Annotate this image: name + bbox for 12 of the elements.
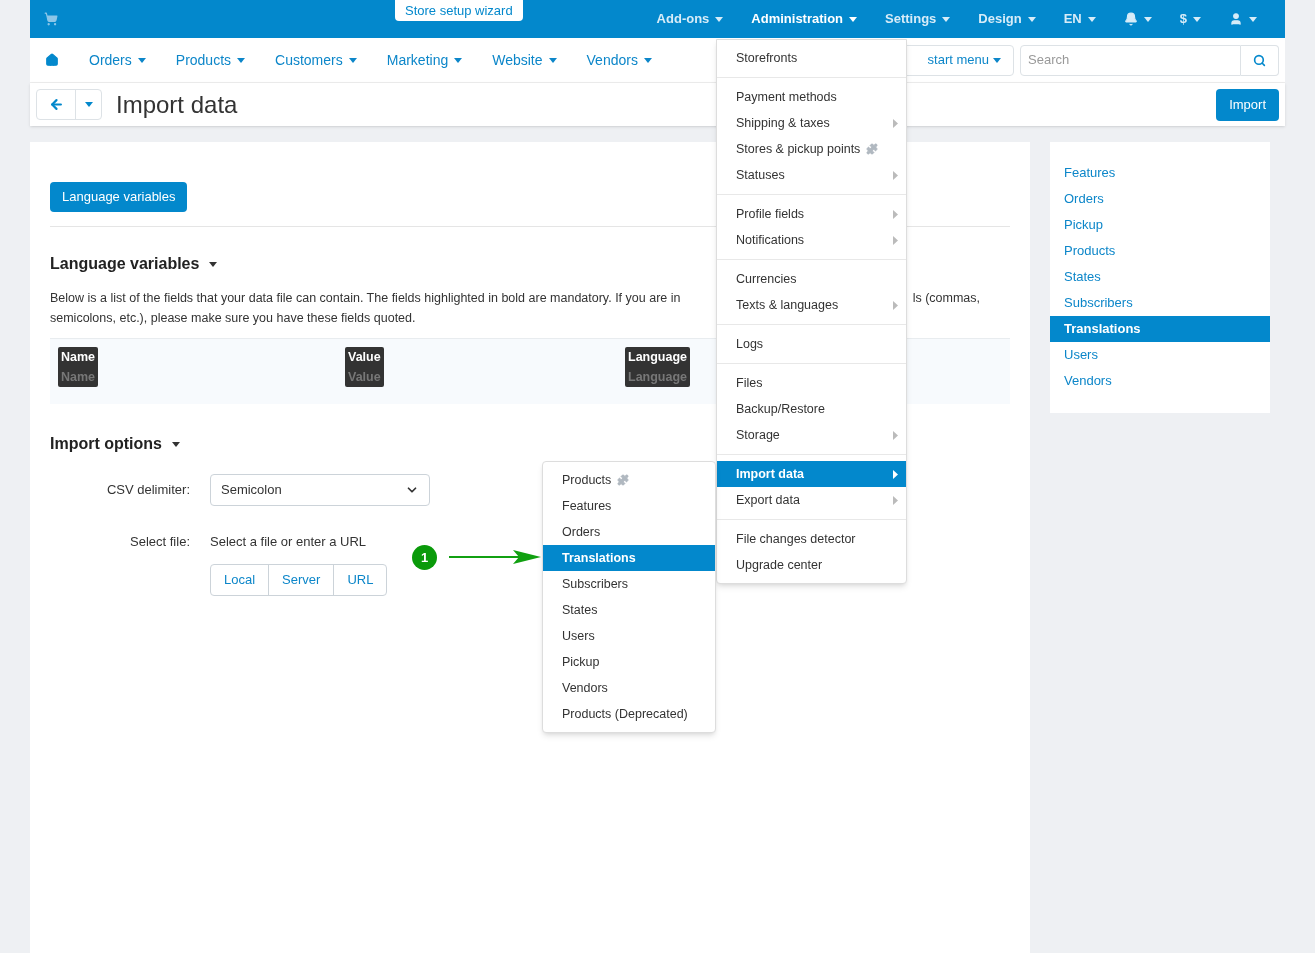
field-tag: Name Name (58, 347, 99, 387)
field-tag: Language Language (625, 347, 691, 387)
field-tag: Value Value (345, 347, 384, 387)
description-text: ls (commas, (912, 290, 980, 307)
section-heading: Language variables (50, 254, 200, 274)
field-label: Select file: (129, 533, 191, 551)
page-title: Import data (116, 89, 238, 120)
section-heading: Import options (50, 434, 162, 454)
file-hint: Select a file or enter a URL (210, 533, 368, 551)
field-label: CSV delimiter: (105, 481, 191, 500)
description-text: Below is a list of the fields that your data file can contain. The fields highlighted in bold are mandatory. If you are in (50, 290, 681, 307)
description-text: semicolons, etc.), please make sure you have these fields quoted. (50, 310, 417, 327)
